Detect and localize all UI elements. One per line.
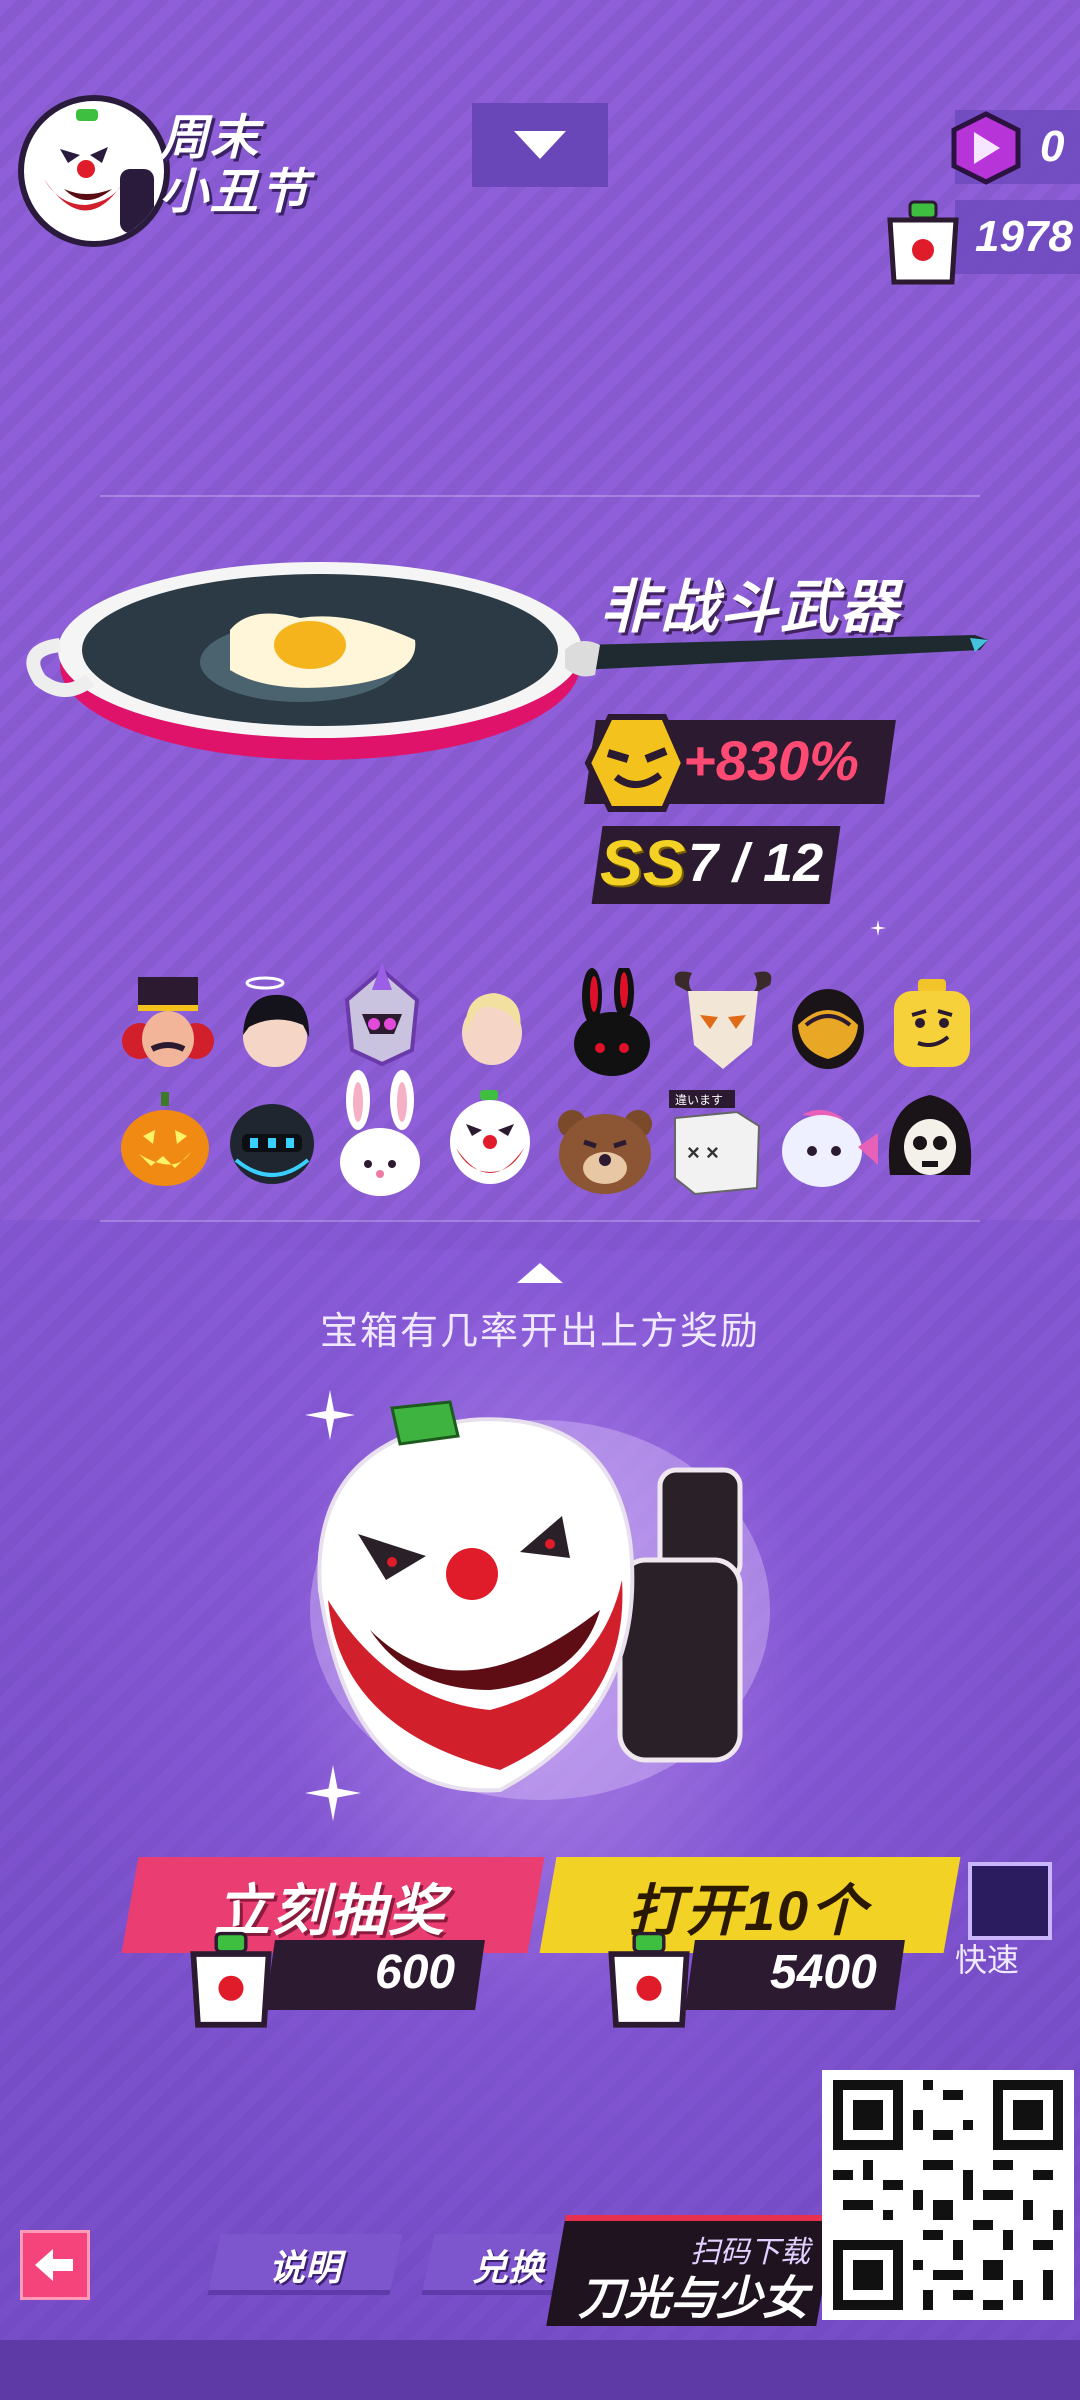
draw-price: 600 <box>375 1946 456 1999</box>
quick-label: 快速 <box>955 1942 1020 1978</box>
chevron-down-icon <box>514 131 566 159</box>
event-title-line2: 小丑节 <box>160 166 311 219</box>
pumpkin-head-icon[interactable] <box>115 1090 215 1190</box>
back-button[interactable] <box>20 2230 90 2300</box>
skull-goat-head-icon[interactable] <box>668 965 772 1069</box>
clown-chest-icon <box>880 196 966 286</box>
clown-head-icon[interactable] <box>440 1088 540 1188</box>
event-title: 周末 小丑节 <box>160 112 310 220</box>
rank-progress: 7 / 12 <box>688 833 824 893</box>
svg-text:× ×: × × <box>687 1140 719 1165</box>
gem-icon <box>946 108 1026 188</box>
white-bunny-head-icon[interactable] <box>330 1070 430 1196</box>
reaper-hood-icon[interactable] <box>880 1085 980 1185</box>
download-game-title: 刀光与少女 <box>578 2272 808 2324</box>
bottom-bar <box>0 2340 1080 2400</box>
blonde-hair-head-icon[interactable] <box>442 975 542 1075</box>
reward-hint: 宝箱有几率开出上方奖励 <box>319 1311 760 1353</box>
sparkle-icon <box>870 920 886 936</box>
event-title-line1: 周末 <box>160 112 261 165</box>
arrow-up-icon <box>517 1263 563 1283</box>
golden-visor-helmet-icon[interactable] <box>778 975 878 1075</box>
weapon-title: 非战斗武器 <box>600 575 901 640</box>
quick-toggle-checkbox[interactable] <box>968 1862 1052 1940</box>
arrow-left-icon <box>35 2249 73 2281</box>
fish-head-icon[interactable] <box>772 1095 878 1195</box>
event-dropdown-button[interactable] <box>472 103 608 187</box>
grid-divider <box>100 1220 980 1222</box>
box-tag: 違います <box>675 1093 724 1107</box>
cyber-knight-helmet-icon[interactable] <box>222 1090 322 1190</box>
bonus-percent: +830% <box>683 729 859 792</box>
nutcracker-head-icon[interactable] <box>118 975 218 1075</box>
open-ten-price: 5400 <box>770 1946 877 1999</box>
qr-code <box>822 2070 1074 2320</box>
top-divider <box>100 495 980 497</box>
smiley-icon <box>580 713 688 813</box>
lego-yellow-head-icon[interactable] <box>882 975 982 1075</box>
rank-grade: SS <box>600 827 686 899</box>
clown-event-icon <box>18 95 170 247</box>
chest-count: 1978 <box>975 212 1073 261</box>
info-tab-label: 说明 <box>268 2247 341 2288</box>
clown-chest-large[interactable] <box>300 1380 780 1810</box>
clown-chest-icon <box>190 1931 272 2028</box>
purple-mecha-helmet-icon[interactable] <box>332 960 432 1067</box>
halo-black-hair-head-icon[interactable] <box>225 975 325 1075</box>
chest-counter: 1978 <box>955 200 1080 274</box>
black-bunny-head-icon[interactable] <box>562 964 662 1076</box>
box-head-icon[interactable]: × × 違います <box>665 1090 765 1196</box>
bear-head-icon[interactable] <box>550 1098 652 1198</box>
clown-chest-icon <box>608 1931 690 2028</box>
